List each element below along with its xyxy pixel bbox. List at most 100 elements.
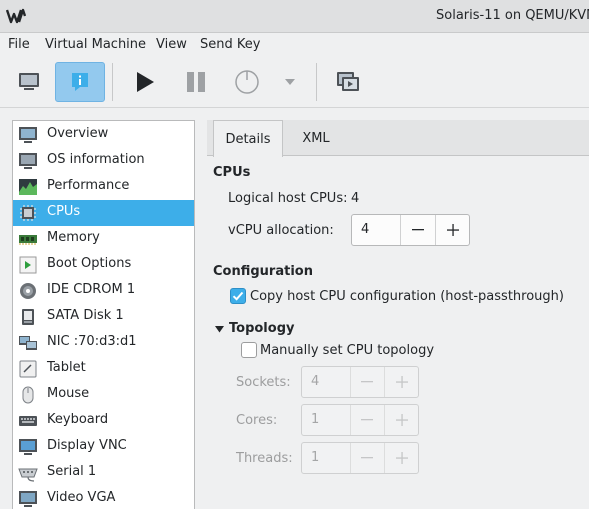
pause-button[interactable] bbox=[171, 62, 221, 102]
sidebar-item-sata-disk[interactable]: SATA Disk 1 bbox=[13, 304, 194, 330]
sidebar-item-nic[interactable]: NIC :70:d3:d1 bbox=[13, 330, 194, 356]
menu-file[interactable]: File bbox=[8, 37, 30, 52]
tab-xml[interactable]: XML bbox=[287, 120, 345, 156]
shutdown-button[interactable] bbox=[222, 62, 272, 102]
performance-icon bbox=[19, 179, 37, 195]
cores-label: Cores: bbox=[236, 413, 278, 428]
sidebar-item-label: Video VGA bbox=[47, 490, 116, 505]
vcpu-decrement-button[interactable] bbox=[401, 215, 435, 245]
sidebar-item-display-vnc[interactable]: Display VNC bbox=[13, 434, 194, 460]
threads-decrement-button[interactable] bbox=[351, 443, 385, 473]
sidebar-item-tablet[interactable]: Tablet bbox=[13, 356, 194, 382]
sidebar-item-ide-cdrom[interactable]: IDE CDROM 1 bbox=[13, 278, 194, 304]
window-title: Solaris-11 on QEMU/KVM bbox=[436, 8, 589, 23]
sidebar-item-memory[interactable]: Memory bbox=[13, 226, 194, 252]
show-console-button[interactable] bbox=[4, 62, 54, 102]
cores-decrement-button[interactable] bbox=[351, 405, 385, 435]
sidebar-item-label: Tablet bbox=[47, 360, 86, 375]
sidebar-item-keyboard[interactable]: Keyboard bbox=[13, 408, 194, 434]
vcpu-allocation-input[interactable]: 4 bbox=[352, 215, 401, 245]
menu-send-key[interactable]: Send Key bbox=[200, 37, 260, 52]
cpus-section-title: CPUs bbox=[213, 165, 251, 180]
menu-bar: File Virtual Machine View Send Key bbox=[0, 33, 589, 57]
sidebar-item-mouse[interactable]: Mouse bbox=[13, 382, 194, 408]
manual-topology-label[interactable]: Manually set CPU topology bbox=[260, 343, 434, 358]
menu-view[interactable]: View bbox=[156, 37, 187, 52]
sidebar-item-label: IDE CDROM 1 bbox=[47, 282, 136, 297]
sidebar-item-label: Display VNC bbox=[47, 438, 127, 453]
os-info-icon bbox=[19, 153, 37, 169]
power-icon bbox=[235, 70, 259, 94]
vcpu-allocation-spinbox: 4 bbox=[351, 214, 470, 246]
fullscreen-button[interactable] bbox=[323, 62, 373, 102]
keyboard-icon bbox=[19, 416, 37, 426]
minus-icon bbox=[361, 419, 374, 421]
cdrom-icon bbox=[20, 283, 36, 299]
cores-increment-button[interactable] bbox=[384, 405, 418, 435]
sidebar-item-label: Memory bbox=[47, 230, 100, 245]
checkmark-icon bbox=[232, 291, 244, 301]
mouse-icon bbox=[22, 386, 34, 404]
disk-icon bbox=[22, 309, 34, 325]
virt-manager-logo bbox=[6, 8, 26, 24]
cpu-details-panel: CPUs Logical host CPUs: 4 vCPU allocatio… bbox=[207, 157, 589, 509]
sidebar-item-label: Keyboard bbox=[47, 412, 109, 427]
sockets-increment-button[interactable] bbox=[384, 367, 418, 397]
minus-icon bbox=[361, 457, 374, 459]
tablet-icon bbox=[19, 360, 37, 378]
sidebar-item-label: Overview bbox=[47, 126, 109, 141]
toolbar bbox=[0, 57, 589, 108]
expander-arrow-icon bbox=[215, 326, 224, 333]
vcpu-allocation-label: vCPU allocation: bbox=[228, 223, 334, 238]
sidebar-item-os-information[interactable]: OS information bbox=[13, 148, 194, 174]
play-icon bbox=[137, 72, 154, 92]
tab-label: Details bbox=[225, 131, 271, 147]
serial-icon bbox=[18, 468, 38, 482]
tab-details[interactable]: Details bbox=[213, 120, 283, 157]
sidebar-item-overview[interactable]: Overview bbox=[13, 122, 194, 148]
sidebar-item-label: Boot Options bbox=[47, 256, 132, 271]
sidebar-item-cpus[interactable]: CPUs bbox=[13, 200, 194, 226]
run-button[interactable] bbox=[120, 62, 170, 102]
pause-icon bbox=[187, 72, 205, 92]
info-icon bbox=[72, 73, 88, 91]
show-details-button[interactable] bbox=[55, 62, 105, 102]
logical-host-cpus-value: 4 bbox=[351, 191, 360, 206]
threads-increment-button[interactable] bbox=[384, 443, 418, 473]
configuration-section-title: Configuration bbox=[213, 264, 313, 279]
plus-icon bbox=[446, 224, 459, 236]
plus-icon bbox=[395, 452, 408, 464]
sockets-label: Sockets: bbox=[236, 375, 291, 390]
copy-host-cpu-label[interactable]: Copy host CPU configuration (host-passth… bbox=[250, 289, 564, 304]
dropdown-arrow-icon bbox=[285, 79, 295, 85]
copy-host-cpu-checkbox[interactable] bbox=[230, 288, 246, 304]
toolbar-separator bbox=[316, 63, 317, 101]
overview-icon bbox=[19, 127, 37, 143]
sidebar-item-performance[interactable]: Performance bbox=[13, 174, 194, 200]
menu-virtual-machine[interactable]: Virtual Machine bbox=[45, 37, 146, 52]
toolbar-separator bbox=[112, 63, 113, 101]
display-icon bbox=[19, 439, 37, 455]
sockets-input[interactable]: 4 bbox=[302, 367, 351, 397]
manual-topology-checkbox[interactable] bbox=[241, 342, 257, 358]
sidebar-item-label: NIC :70:d3:d1 bbox=[47, 334, 137, 349]
cores-input[interactable]: 1 bbox=[302, 405, 351, 435]
details-tabbar: Details XML bbox=[207, 120, 589, 157]
threads-input[interactable]: 1 bbox=[302, 443, 351, 473]
minus-icon bbox=[361, 381, 374, 383]
topology-expander[interactable]: Topology bbox=[215, 321, 315, 339]
memory-icon bbox=[19, 235, 37, 245]
cores-spinbox: 1 bbox=[301, 404, 419, 436]
title-bar: Solaris-11 on QEMU/KVM bbox=[0, 0, 589, 33]
sidebar-item-boot-options[interactable]: Boot Options bbox=[13, 252, 194, 278]
vcpu-increment-button[interactable] bbox=[435, 215, 469, 245]
sockets-decrement-button[interactable] bbox=[351, 367, 385, 397]
sidebar-item-label: CPUs bbox=[47, 204, 81, 219]
sidebar-item-serial[interactable]: Serial 1 bbox=[13, 460, 194, 486]
sidebar-item-label: Performance bbox=[47, 178, 130, 193]
shutdown-menu-button[interactable] bbox=[275, 62, 305, 102]
monitor-icon bbox=[19, 73, 39, 90]
sidebar-item-video-vga[interactable]: Video VGA bbox=[13, 486, 194, 509]
video-icon bbox=[19, 491, 37, 507]
minus-icon bbox=[412, 229, 424, 231]
